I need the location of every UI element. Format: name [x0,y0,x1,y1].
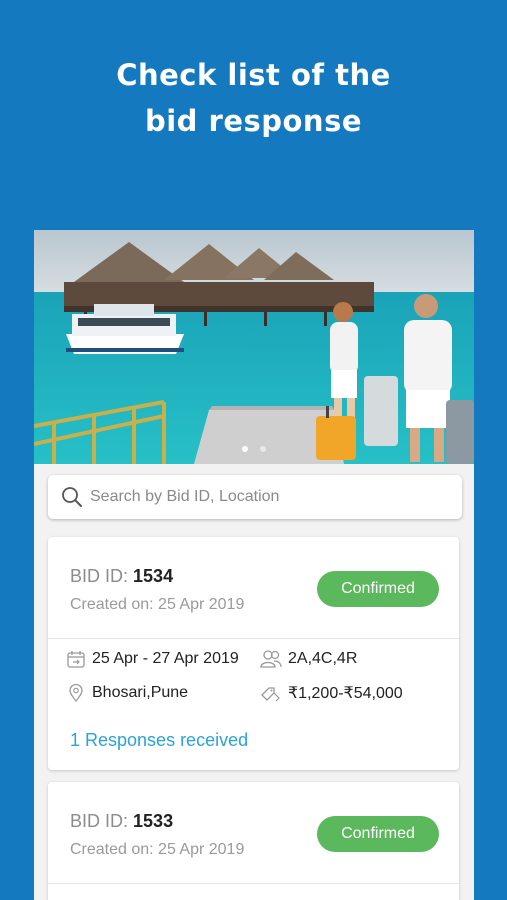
carousel-dot-active[interactable] [242,446,248,452]
carousel-indicator [34,446,474,452]
search-icon [62,487,82,507]
guest-count: 2A,4C,4R [260,649,357,669]
calendar-icon [67,651,85,668]
hero-carousel[interactable] [34,230,474,464]
search-input[interactable] [90,488,430,506]
location-text: Bhosari,Pune [92,684,189,701]
hero-image [34,230,474,464]
bid-card-header: BID ID: 1534 Created on: 25 Apr 2019 Con… [48,537,459,639]
location-pin-icon [69,683,83,702]
bid-id-value: 1533 [133,811,174,831]
responses-received-link[interactable]: 1 Responses received [70,730,248,751]
headline-line-2: bid response [144,104,363,138]
guest-count-text: 2A,4C,4R [288,650,358,667]
headline-line-1: Check list of the [116,58,391,92]
bid-card[interactable]: BID ID: 1533 Created on: 25 Apr 2019 Con… [48,782,459,900]
bid-id-label: BID ID: [70,566,129,586]
page-headline: Check list of the bid response [0,52,507,144]
date-range-text: 25 Apr - 27 Apr 2019 [92,650,239,667]
search-bar[interactable] [48,475,462,519]
bid-card[interactable]: BID ID: 1534 Created on: 25 Apr 2019 Con… [48,537,459,770]
app-screen: BID ID: 1534 Created on: 25 Apr 2019 Con… [34,230,474,900]
carousel-dot[interactable] [260,446,266,452]
status-badge[interactable]: Confirmed [317,816,439,852]
created-date: Created on: 25 Apr 2019 [70,841,245,858]
status-badge[interactable]: Confirmed [317,571,439,607]
bid-id-label: BID ID: [70,811,129,831]
budget-text: ₹1,200-₹54,000 [288,685,403,702]
date-range: 25 Apr - 27 Apr 2019 [66,649,239,669]
location: Bhosari,Pune [66,683,188,703]
created-date: Created on: 25 Apr 2019 [70,596,245,613]
bid-card-header: BID ID: 1533 Created on: 25 Apr 2019 Con… [48,782,459,884]
bid-id: BID ID: 1533 [70,811,173,832]
bid-id-value: 1534 [133,566,174,586]
price-tag-icon [261,687,280,702]
budget: ₹1,200-₹54,000 [260,683,403,703]
guests-icon [260,650,282,668]
bid-id: BID ID: 1534 [70,566,173,587]
